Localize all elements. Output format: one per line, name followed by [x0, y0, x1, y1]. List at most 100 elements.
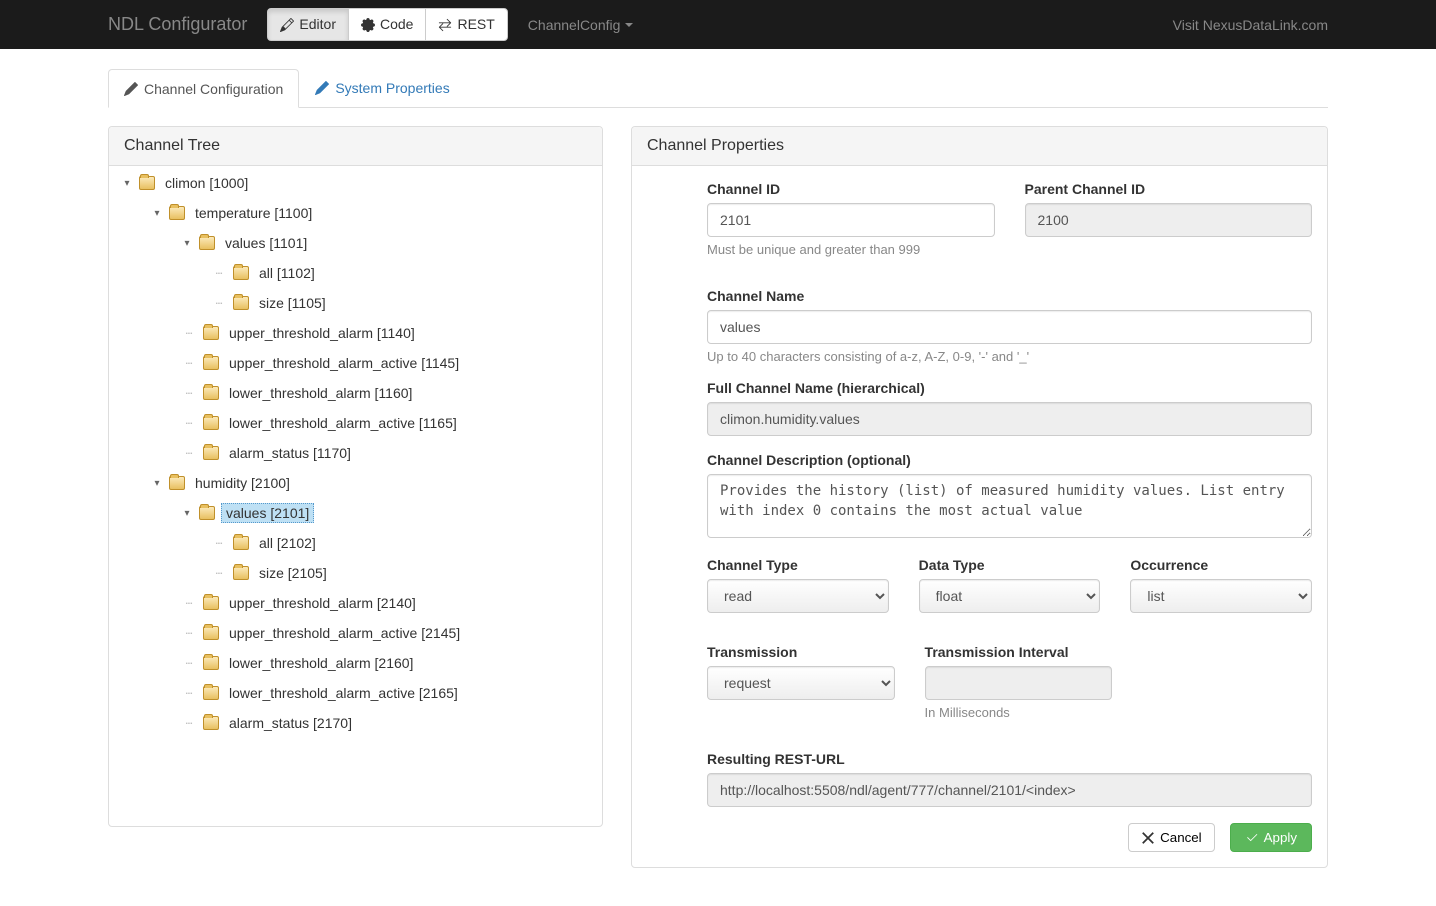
tree-node-label: lower_threshold_alarm_active [1165] [225, 414, 461, 432]
tree-toggle-icon[interactable]: ▾ [149, 208, 165, 219]
check-icon [1245, 831, 1259, 845]
tree-scroll[interactable]: ▾climon [1000]▾temperature [1100]▾values… [109, 166, 602, 826]
tree-node-label: upper_threshold_alarm_active [2145] [225, 624, 464, 642]
occurrence-select[interactable]: list [1130, 579, 1312, 613]
tab-channel-configuration[interactable]: Channel Configuration [108, 69, 299, 108]
tree-node-label: upper_threshold_alarm [2140] [225, 594, 420, 612]
edit-icon [315, 81, 329, 95]
tree-node[interactable]: ┈size [2105] [109, 558, 602, 588]
tree-node-label: size [2105] [255, 564, 331, 582]
folder-icon [203, 686, 219, 700]
channel-config-dropdown[interactable]: ChannelConfig [528, 17, 634, 33]
rest-button[interactable]: REST [425, 8, 507, 42]
tree-line: ┈ [179, 717, 199, 730]
panel-title: Channel Properties [632, 127, 1327, 166]
transmission-interval-label: Transmission Interval [925, 644, 1113, 660]
transmission-interval-input [925, 666, 1113, 700]
cancel-button[interactable]: Cancel [1128, 823, 1215, 852]
tab-system-properties[interactable]: System Properties [299, 69, 465, 107]
folder-icon [233, 296, 249, 310]
dropdown-label: ChannelConfig [528, 17, 621, 33]
channel-name-label: Channel Name [707, 288, 1312, 304]
parent-id-input [1025, 203, 1313, 237]
folder-icon [199, 506, 215, 520]
tree-node-label: values [2101] [221, 503, 314, 523]
tree-node-label: lower_threshold_alarm [2160] [225, 654, 417, 672]
tree-node[interactable]: ┈lower_threshold_alarm_active [2165] [109, 678, 602, 708]
tree-node[interactable]: ┈ upper_threshold_alarm_active [1145] [109, 348, 602, 378]
tree-node[interactable]: ▾temperature [1100] [109, 198, 602, 228]
channel-name-input[interactable] [707, 310, 1312, 344]
folder-icon [199, 236, 215, 250]
folder-icon [139, 176, 155, 190]
visit-link[interactable]: Visit NexusDataLink.com [1173, 17, 1328, 33]
tree-line: ┈ [209, 267, 229, 280]
channel-id-label: Channel ID [707, 181, 995, 197]
view-mode-group: Editor Code REST [267, 8, 507, 42]
channel-properties-panel: Channel Properties Channel ID Must be un… [631, 126, 1328, 868]
cancel-label: Cancel [1160, 830, 1202, 845]
description-textarea[interactable] [707, 474, 1312, 538]
tree-node-label: size [1105] [255, 294, 330, 312]
tree-node[interactable]: ┈upper_threshold_alarm [1140] [109, 318, 602, 348]
full-name-label: Full Channel Name (hierarchical) [707, 380, 1312, 396]
folder-icon [203, 626, 219, 640]
transmission-interval-help: In Milliseconds [925, 705, 1113, 720]
transmission-label: Transmission [707, 644, 895, 660]
data-type-select[interactable]: float [919, 579, 1101, 613]
apply-button[interactable]: Apply [1230, 823, 1312, 852]
tree-node[interactable]: ┈ lower_threshold_alarm [2160] [109, 648, 602, 678]
tree-line: ┈ [179, 657, 199, 670]
tree-toggle-icon[interactable]: ▾ [179, 508, 195, 519]
folder-icon [169, 476, 185, 490]
tree-node-label: alarm_status [1170] [225, 444, 355, 462]
folder-icon [203, 326, 219, 340]
folder-icon [203, 356, 219, 370]
tree-line: ┈ [179, 597, 199, 610]
tree-node[interactable]: ┈ lower_threshold_alarm [1160] [109, 378, 602, 408]
tree-node[interactable]: ┈all [1102] [109, 258, 602, 288]
edit-icon [280, 18, 294, 32]
tree-node[interactable]: ┈ upper_threshold_alarm_active [2145] [109, 618, 602, 648]
main-tabs: Channel Configuration System Properties [108, 69, 1328, 108]
transmission-select[interactable]: request [707, 666, 895, 700]
folder-icon [233, 536, 249, 550]
folder-icon [233, 566, 249, 580]
tree-node[interactable]: ┈ upper_threshold_alarm [2140] [109, 588, 602, 618]
tree-line: ┈ [179, 387, 199, 400]
code-button[interactable]: Code [348, 8, 426, 42]
folder-icon [169, 206, 185, 220]
tree-toggle-icon[interactable]: ▾ [149, 478, 165, 489]
tree-node[interactable]: ┈ alarm_status [2170] [109, 708, 602, 738]
close-icon [1141, 831, 1155, 845]
tree-node[interactable]: ┈lower_threshold_alarm_active [1165] [109, 408, 602, 438]
tree-node[interactable]: ▾climon [1000] [109, 168, 602, 198]
tree-node[interactable]: ┈all [2102] [109, 528, 602, 558]
tree-line: ┈ [179, 687, 199, 700]
editor-button-label: Editor [299, 15, 336, 35]
rest-button-label: REST [457, 15, 494, 35]
tree-line: ┈ [179, 447, 199, 460]
tree-toggle-icon[interactable]: ▾ [119, 178, 135, 189]
tree-node[interactable]: ┈size [1105] [109, 288, 602, 318]
brand: NDL Configurator [108, 14, 247, 35]
tree-node[interactable]: ▾ values [2101] [109, 498, 602, 528]
tree-node[interactable]: ┈ alarm_status [1170] [109, 438, 602, 468]
folder-icon [203, 656, 219, 670]
tree-node[interactable]: ▾values [1101] [109, 228, 602, 258]
tree-line: ┈ [209, 537, 229, 550]
editor-button[interactable]: Editor [267, 8, 349, 42]
occurrence-label: Occurrence [1130, 557, 1312, 573]
tree-toggle-icon[interactable]: ▾ [179, 238, 195, 249]
tree-node-label: lower_threshold_alarm [1160] [225, 384, 416, 402]
channel-id-input[interactable] [707, 203, 995, 237]
tab-label: System Properties [335, 80, 449, 96]
tree-node-label: upper_threshold_alarm_active [1145] [225, 354, 463, 372]
tree-node-label: alarm_status [2170] [225, 714, 356, 732]
channel-tree-panel: Channel Tree ▾climon [1000]▾temperature … [108, 126, 603, 827]
tree-line: ┈ [179, 627, 199, 640]
tree-line: ┈ [179, 357, 199, 370]
channel-type-select[interactable]: read [707, 579, 889, 613]
tree-line: ┈ [179, 327, 199, 340]
tree-node[interactable]: ▾humidity [2100] [109, 468, 602, 498]
